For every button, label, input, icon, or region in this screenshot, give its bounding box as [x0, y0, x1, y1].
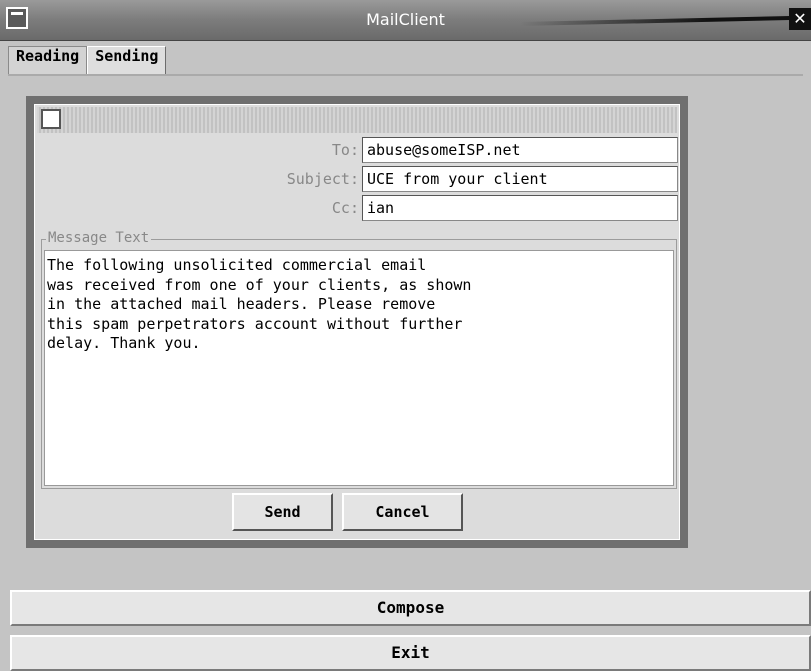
send-button[interactable]: Send — [232, 493, 333, 531]
cc-row: Cc: ian — [35, 195, 681, 221]
tab-sending[interactable]: Sending — [87, 46, 167, 74]
subject-field[interactable]: UCE from your client — [362, 166, 678, 192]
compose-button[interactable]: Compose — [10, 590, 811, 626]
dialog-menu-icon[interactable] — [41, 109, 61, 129]
subject-row: Subject: UCE from your client — [35, 166, 681, 192]
message-label: Message Text — [46, 230, 152, 246]
tab-divider — [8, 74, 803, 76]
compose-dialog: To: abuse@someISP.net Subject: UCE from … — [34, 104, 680, 540]
compose-frame: To: abuse@someISP.net Subject: UCE from … — [26, 96, 688, 548]
cc-label: Cc: — [331, 199, 359, 217]
message-group: Message Text The following unsolicited c… — [41, 230, 677, 489]
exit-button[interactable]: Exit — [10, 635, 811, 671]
cancel-button[interactable]: Cancel — [342, 493, 463, 531]
to-label: To: — [331, 141, 359, 159]
tab-bar: Reading Sending — [8, 46, 167, 74]
cc-field[interactable]: ian — [362, 195, 678, 221]
to-row: To: abuse@someISP.net — [35, 137, 681, 163]
message-textarea[interactable]: The following unsolicited commercial ema… — [44, 250, 674, 486]
close-icon[interactable]: ✕ — [789, 8, 811, 30]
window-titlebar[interactable]: MailClient ✕ — [0, 0, 811, 41]
tab-reading[interactable]: Reading — [8, 46, 88, 74]
to-field[interactable]: abuse@someISP.net — [362, 137, 678, 163]
dialog-titlebar[interactable] — [37, 107, 677, 133]
subject-label: Subject: — [286, 170, 359, 188]
